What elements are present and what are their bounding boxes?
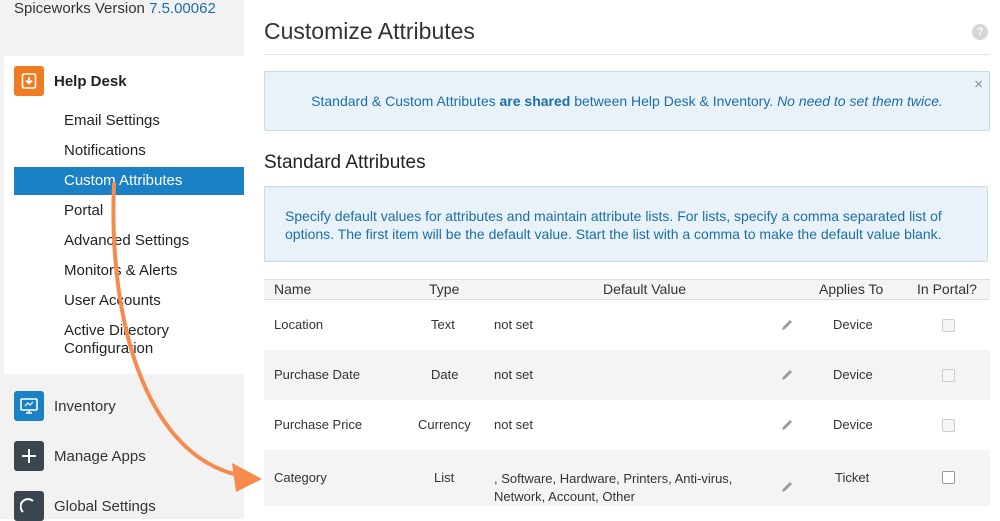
main-content: Customize Attributes ? Standard & Custom… xyxy=(244,0,1000,519)
inventory-label: Inventory xyxy=(54,397,116,415)
attribute-applies-to: Device xyxy=(833,367,873,382)
sidebar-item-user-accounts[interactable]: User Accounts xyxy=(64,292,161,310)
in-portal-checkbox[interactable] xyxy=(942,471,955,484)
table-row: Purchase Date Date not set Device xyxy=(264,350,990,400)
sidebar-item-active-directory[interactable]: Active Directory xyxy=(64,322,169,340)
column-header-in-portal: In Portal? xyxy=(917,281,977,297)
attribute-type: List xyxy=(434,470,455,485)
sidebar-item-portal[interactable]: Portal xyxy=(64,202,103,220)
attribute-default-value: not set xyxy=(494,317,534,332)
attribute-default-value: not set xyxy=(494,367,534,382)
edit-pencil-icon[interactable] xyxy=(780,318,794,332)
attribute-type: Date xyxy=(431,367,459,382)
global-settings-label: Global Settings xyxy=(54,497,156,515)
sidebar-item-manage-apps[interactable]: Manage Apps xyxy=(14,441,146,471)
attribute-default-value: not set xyxy=(494,417,534,432)
help-desk-icon xyxy=(14,66,44,96)
edit-pencil-icon[interactable] xyxy=(780,368,794,382)
version-number: 7.5.00062 xyxy=(149,0,216,17)
column-header-type: Type xyxy=(429,281,460,297)
attribute-type: Currency xyxy=(418,417,471,432)
sidebar-item-monitors-alerts[interactable]: Monitors & Alerts xyxy=(64,262,177,280)
manage-apps-label: Manage Apps xyxy=(54,447,146,465)
column-header-name: Name xyxy=(274,281,312,297)
column-header-applies-to: Applies To xyxy=(819,281,884,297)
edit-pencil-icon[interactable] xyxy=(780,418,794,432)
sidebar: Spiceworks Version 7.5.00062 Help Desk E… xyxy=(0,0,244,521)
attribute-name: Location xyxy=(274,317,324,332)
sidebar-item-email-settings[interactable]: Email Settings xyxy=(64,112,160,130)
table-row: Purchase Price Currency not set Device xyxy=(264,400,990,450)
help-icon[interactable]: ? xyxy=(972,24,988,40)
attribute-name: Purchase Price xyxy=(274,417,363,432)
page-title: Customize Attributes xyxy=(264,18,475,44)
in-portal-checkbox xyxy=(942,369,955,382)
attributes-table: Name Type Default Value Applies To In Po… xyxy=(264,279,990,506)
title-divider xyxy=(264,54,990,55)
close-icon[interactable]: × xyxy=(974,76,983,93)
attribute-name: Purchase Date xyxy=(274,367,360,382)
monitor-icon xyxy=(14,391,44,421)
help-desk-title: Help Desk xyxy=(54,72,127,90)
in-portal-checkbox xyxy=(942,319,955,332)
table-row: Location Text not set Device xyxy=(264,300,990,350)
app-version: Spiceworks Version 7.5.00062 xyxy=(14,0,216,17)
attribute-type: Text xyxy=(431,317,455,332)
shared-attributes-notice: Standard & Custom Attributes are shared … xyxy=(264,71,990,131)
plus-icon xyxy=(14,441,44,471)
table-row: Category List , Software, Hardware, Prin… xyxy=(264,450,990,506)
help-desk-header[interactable]: Help Desk xyxy=(14,66,127,96)
section-title-standard-attributes: Standard Attributes xyxy=(264,152,426,173)
in-portal-checkbox xyxy=(942,419,955,432)
sidebar-item-active-directory-configuration[interactable]: Configuration xyxy=(64,340,153,358)
gauge-icon xyxy=(14,491,44,521)
attribute-applies-to: Ticket xyxy=(835,470,870,485)
attribute-applies-to: Device xyxy=(833,317,873,332)
notice-text: Standard & Custom Attributes are shared … xyxy=(311,93,943,109)
column-header-default-value: Default Value xyxy=(603,281,687,297)
attributes-description: Specify default values for attributes an… xyxy=(264,186,988,262)
sidebar-item-advanced-settings[interactable]: Advanced Settings xyxy=(64,232,189,250)
sidebar-item-notifications[interactable]: Notifications xyxy=(64,142,146,160)
sidebar-item-global-settings[interactable]: Global Settings xyxy=(14,491,156,521)
attribute-default-value: , Software, Hardware, Printers, Anti-vir… xyxy=(494,471,733,504)
attribute-applies-to: Device xyxy=(833,417,873,432)
sidebar-item-custom-attributes[interactable]: Custom Attributes xyxy=(14,167,244,195)
sidebar-item-inventory[interactable]: Inventory xyxy=(14,391,116,421)
table-header: Name Type Default Value Applies To In Po… xyxy=(264,279,990,300)
edit-pencil-icon[interactable] xyxy=(780,480,794,494)
attribute-name: Category xyxy=(274,470,327,485)
